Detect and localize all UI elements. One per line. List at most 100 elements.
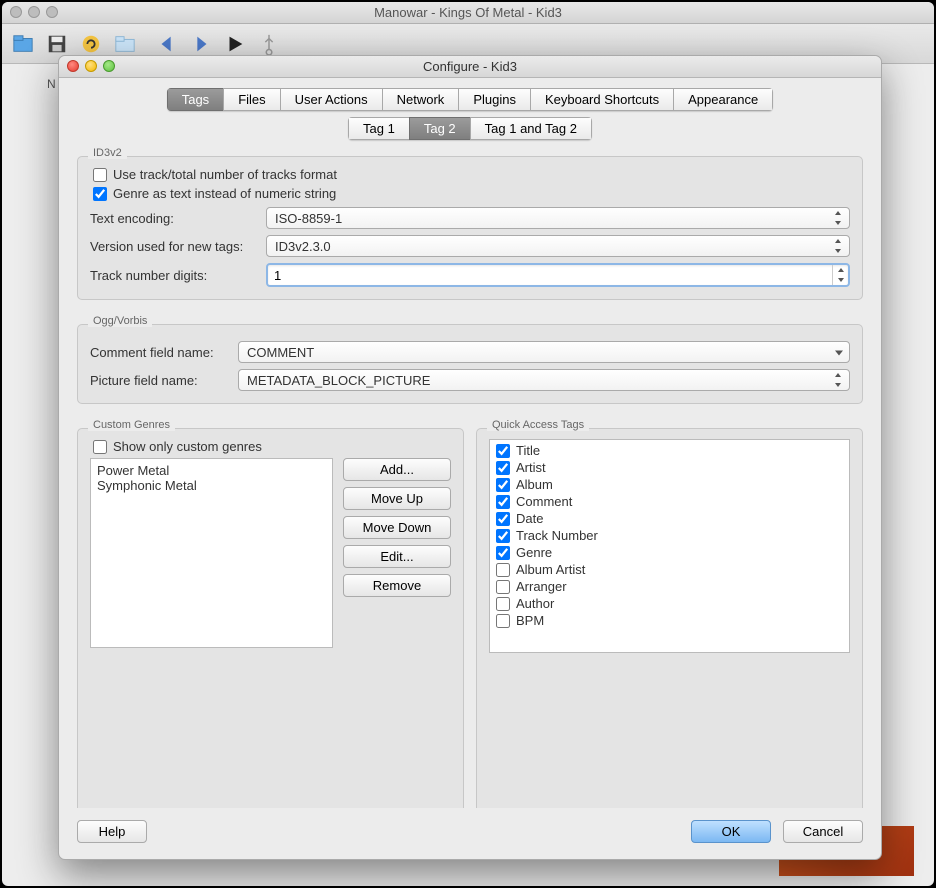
quick-access-item[interactable]: Artist: [492, 459, 847, 476]
tab-files[interactable]: Files: [223, 88, 279, 111]
id3v2-section: ID3v2 Use track/total number of tracks f…: [77, 156, 863, 300]
edit-button[interactable]: Edit...: [343, 545, 451, 568]
id3v2-title: ID3v2: [88, 147, 127, 159]
quick-access-item[interactable]: Album Artist: [492, 561, 847, 578]
list-item[interactable]: Power Metal: [97, 463, 326, 478]
comment-field-select[interactable]: COMMENT: [238, 341, 850, 363]
quick-access-checkbox[interactable]: [496, 546, 510, 560]
dialog-footer: Help OK Cancel: [59, 808, 881, 859]
quick-access-label: Comment: [516, 494, 572, 509]
close-icon[interactable]: [10, 6, 22, 18]
select-arrows-icon: [834, 211, 842, 225]
save-icon[interactable]: [46, 33, 68, 55]
quick-access-item[interactable]: Genre: [492, 544, 847, 561]
move-down-button[interactable]: Move Down: [343, 516, 451, 539]
quick-access-checkbox[interactable]: [496, 512, 510, 526]
spinner-down-icon[interactable]: [833, 275, 848, 285]
ogg-section: Ogg/Vorbis Comment field name: COMMENT P…: [77, 324, 863, 404]
select-arrows-icon: [834, 239, 842, 253]
dialog-zoom-icon[interactable]: [103, 60, 115, 72]
tab-user-actions[interactable]: User Actions: [280, 88, 382, 111]
minimize-icon[interactable]: [28, 6, 40, 18]
custom-genres-section: Custom Genres Show only custom genres Po…: [77, 428, 464, 808]
tab-appearance[interactable]: Appearance: [673, 88, 773, 111]
usb-icon[interactable]: [258, 33, 280, 55]
zoom-icon[interactable]: [46, 6, 58, 18]
subtab-tag-2[interactable]: Tag 2: [409, 117, 470, 140]
quick-access-checkbox[interactable]: [496, 478, 510, 492]
quick-access-label: Title: [516, 443, 540, 458]
sub-tabs: Tag 1Tag 2Tag 1 and Tag 2: [348, 117, 592, 140]
configure-dialog: Configure - Kid3 TagsFilesUser ActionsNe…: [58, 55, 882, 860]
tab-plugins[interactable]: Plugins: [458, 88, 530, 111]
dialog-titlebar: Configure - Kid3: [59, 56, 881, 78]
track-digits-label: Track number digits:: [90, 268, 258, 283]
subtab-tag-1-and-tag-2[interactable]: Tag 1 and Tag 2: [470, 117, 592, 140]
track-digits-spinner[interactable]: [266, 263, 850, 287]
genre-as-text-checkbox[interactable]: [93, 187, 107, 201]
text-encoding-label: Text encoding:: [90, 211, 258, 226]
dialog-close-icon[interactable]: [67, 60, 79, 72]
dropdown-arrow-icon: [835, 351, 843, 356]
select-arrows-icon: [834, 373, 842, 387]
revert-icon[interactable]: [80, 33, 102, 55]
play-icon[interactable]: [224, 33, 246, 55]
quick-access-label: Album: [516, 477, 553, 492]
folder-icon[interactable]: [114, 33, 136, 55]
list-item[interactable]: Symphonic Metal: [97, 478, 326, 493]
quick-access-item[interactable]: Author: [492, 595, 847, 612]
quick-access-checkbox[interactable]: [496, 444, 510, 458]
quick-access-checkbox[interactable]: [496, 580, 510, 594]
quick-access-list[interactable]: Title Artist Album CommentDateTrack NumberG…: [489, 439, 850, 653]
quick-access-section: Quick Access Tags TitleArtistAlbumCommen…: [476, 428, 863, 808]
quick-access-label: BPM: [516, 613, 544, 628]
cancel-button[interactable]: Cancel: [783, 820, 863, 843]
quick-access-checkbox[interactable]: [496, 563, 510, 577]
quick-access-item[interactable]: Title: [492, 442, 847, 459]
open-icon[interactable]: [12, 33, 34, 55]
genre-as-text-label: Genre as text instead of numeric string: [113, 186, 336, 201]
main-window-title: Manowar - Kings Of Metal - Kid3: [374, 5, 562, 20]
spinner-up-icon[interactable]: [833, 265, 848, 275]
custom-genres-title: Custom Genres: [88, 419, 175, 431]
help-button[interactable]: Help: [77, 820, 147, 843]
quick-access-item[interactable]: Track Number: [492, 527, 847, 544]
quick-access-label: Artist: [516, 460, 546, 475]
quick-access-checkbox[interactable]: [496, 597, 510, 611]
quick-access-item[interactable]: BPM: [492, 612, 847, 629]
use-track-total-checkbox[interactable]: [93, 168, 107, 182]
picture-field-select[interactable]: METADATA_BLOCK_PICTURE: [238, 369, 850, 391]
add-button[interactable]: Add...: [343, 458, 451, 481]
quick-access-checkbox[interactable]: [496, 614, 510, 628]
quick-access-item[interactable]: Arranger: [492, 578, 847, 595]
quick-access-label: Album Artist: [516, 562, 585, 577]
show-only-custom-checkbox[interactable]: [93, 440, 107, 454]
ok-button[interactable]: OK: [691, 820, 771, 843]
tab-tags[interactable]: Tags: [167, 88, 223, 111]
move-up-button[interactable]: Move Up: [343, 487, 451, 510]
quick-access-label: Arranger: [516, 579, 567, 594]
quick-access-label: Genre: [516, 545, 552, 560]
tab-network[interactable]: Network: [382, 88, 459, 111]
next-icon[interactable]: [190, 33, 212, 55]
dialog-minimize-icon[interactable]: [85, 60, 97, 72]
ogg-title: Ogg/Vorbis: [88, 315, 152, 327]
text-encoding-select[interactable]: ISO-8859-1: [266, 207, 850, 229]
tab-keyboard-shortcuts[interactable]: Keyboard Shortcuts: [530, 88, 673, 111]
quick-access-item[interactable]: Album: [492, 476, 847, 493]
main-titlebar: Manowar - Kings Of Metal - Kid3: [2, 2, 934, 24]
quick-access-checkbox[interactable]: [496, 461, 510, 475]
version-select[interactable]: ID3v2.3.0: [266, 235, 850, 257]
show-only-custom-label: Show only custom genres: [113, 439, 262, 454]
subtab-tag-1[interactable]: Tag 1: [348, 117, 409, 140]
comment-field-label: Comment field name:: [90, 345, 230, 360]
version-label: Version used for new tags:: [90, 239, 258, 254]
prev-icon[interactable]: [156, 33, 178, 55]
track-digits-input[interactable]: [268, 265, 832, 285]
quick-access-checkbox[interactable]: [496, 495, 510, 509]
quick-access-checkbox[interactable]: [496, 529, 510, 543]
quick-access-item[interactable]: Comment: [492, 493, 847, 510]
custom-genres-list[interactable]: Power MetalSymphonic Metal: [90, 458, 333, 648]
quick-access-item[interactable]: Date: [492, 510, 847, 527]
remove-button[interactable]: Remove: [343, 574, 451, 597]
